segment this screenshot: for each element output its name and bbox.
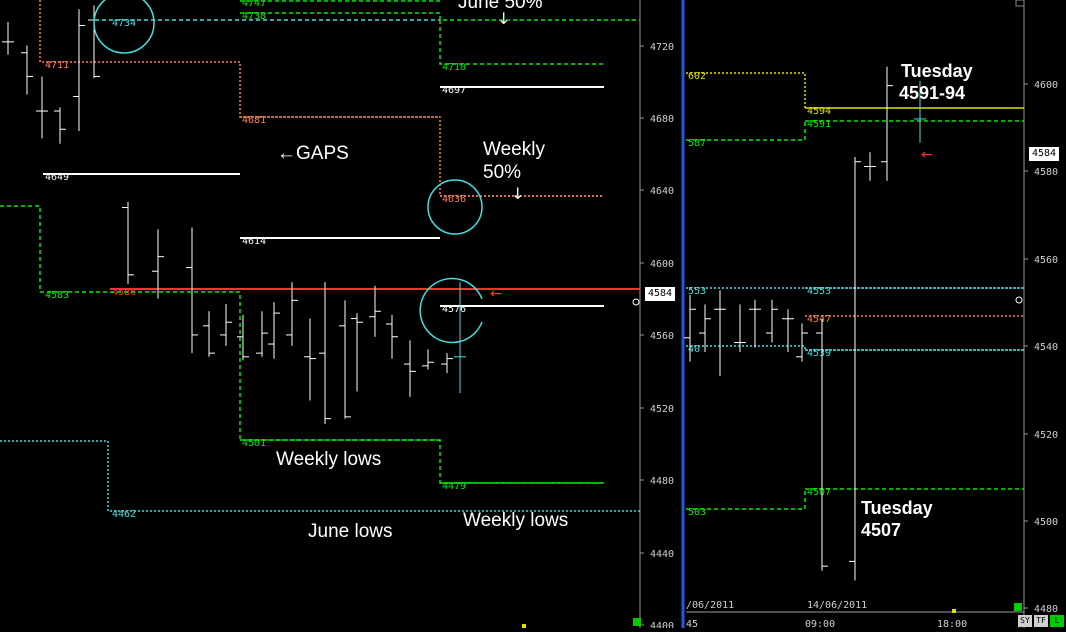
right-level-label-4594: 4594 (807, 106, 831, 117)
left-level-label-4583: 4583 (45, 290, 69, 301)
left-level-label-4614: 4614 (242, 236, 266, 247)
right-level-label-602: 602 (688, 71, 706, 82)
left-ytick-label-8: 4400 (650, 621, 674, 628)
red-arrow-left-icon-right: ← (921, 147, 933, 163)
annotation-weekly-lows-1: Weekly lows (276, 449, 382, 470)
right-ytick-label-5: 4500 (1034, 517, 1058, 528)
sy-button[interactable]: SY (1018, 615, 1032, 627)
right-ytick-label-1: 4580 (1034, 167, 1058, 178)
right-ytick-label-4: 4520 (1034, 430, 1058, 441)
right-level-label-553: 553 (688, 286, 706, 297)
time-marker-icon (952, 609, 956, 613)
left-level-label-4636: 4636 (442, 194, 466, 205)
annotation-tuesday-2-level: 4507 (861, 520, 902, 540)
left-level-label-4710: 4710 (442, 62, 466, 73)
left-level-label-4479: 4479 (442, 481, 466, 492)
left-ytick-label-1: 4680 (650, 114, 674, 125)
l-button[interactable]: L (1050, 615, 1064, 627)
right-level-label-503: 503 (688, 507, 706, 518)
tf-button[interactable]: TF (1034, 615, 1048, 627)
left-time-marker-icon (522, 624, 526, 628)
red-arrow-left-icon: ← (490, 286, 502, 302)
right-level-label-4547: 4547 (807, 314, 831, 325)
annotation-weekly-lows-2: Weekly lows (463, 510, 569, 531)
left-ytick-label-6: 4480 (650, 476, 674, 487)
left-ytick-label-4: 4560 (650, 331, 674, 342)
left-ytick-label-0: 4720 (650, 42, 674, 53)
left-ytick-label-5: 4520 (650, 404, 674, 415)
right-xtick-label-2: 45 (686, 619, 698, 628)
right-ytick-label-0: 4600 (1034, 80, 1058, 91)
left-level-label-4462: 4462 (112, 509, 136, 520)
left-corner-marker (633, 618, 641, 626)
left-level-label-4734: 4734 (112, 18, 136, 29)
right-level-label-4539: 4539 (807, 348, 831, 359)
annotation-50: 50% (483, 162, 522, 183)
right-ytick-label-2: 4560 (1034, 255, 1058, 266)
left-level-label-4711: 4711 (45, 60, 69, 71)
right-level-line-503 (686, 489, 806, 510)
right-corner-marker (1014, 603, 1022, 611)
chart-stage: 4747 4738 4734 4711 4710 4697 4681 4649 4636 4614… (0, 0, 1066, 632)
annotation-june-50: June 50% (458, 0, 543, 13)
right-current-price-box: 4584 (1029, 147, 1060, 161)
right-level-line-602 (686, 72, 1024, 109)
annotation-tuesday-2: Tuesday (861, 498, 933, 518)
left-level-label-4697: 4697 (442, 85, 466, 96)
left-level-label-4681: 4681 (242, 115, 266, 126)
right-xtick-label-0: /06/2011 (686, 600, 734, 611)
left-current-price-box: 4584 (645, 287, 676, 301)
right-level-label-4507: 4507 (807, 487, 831, 498)
left-ytick-label-7: 4440 (650, 549, 674, 560)
left-ytick-label-3: 4600 (650, 259, 674, 270)
left-level-label-4576: 4576 (442, 304, 466, 315)
right-ytick-label-6: 4480 (1034, 604, 1058, 615)
right-ytick-label-3: 4540 (1034, 342, 1058, 353)
right-scale-marker-icon (1015, 296, 1023, 304)
annotation-gaps: ←GAPS (277, 143, 349, 164)
left-level-label-4649: 4649 (45, 172, 69, 183)
right-xtick-label-4: 18:00 (937, 619, 967, 628)
arrow-down-icon-weekly-50: ↓ (511, 184, 524, 203)
annotation-june-lows: June lows (308, 521, 393, 542)
right-level-label-4553: 4553 (807, 286, 831, 297)
annotation-tuesday-1-range: 4591-94 (899, 83, 966, 103)
right-xtick-label-1: 14/06/2011 (807, 600, 867, 611)
right-xtick-label-3: 09:00 (805, 619, 835, 628)
right-level-label-4591: 4591 (807, 119, 831, 130)
annotation-weekly: Weekly (483, 139, 545, 160)
right-top-marker (1015, 0, 1025, 7)
annotation-tuesday-1: Tuesday (901, 61, 973, 81)
right-level-label-587: 587 (688, 138, 706, 149)
left-level-label-4501: 4501 (242, 438, 266, 449)
left-ytick-label-2: 4640 (650, 186, 674, 197)
left-level-label-4747: 4747 (242, 0, 266, 9)
